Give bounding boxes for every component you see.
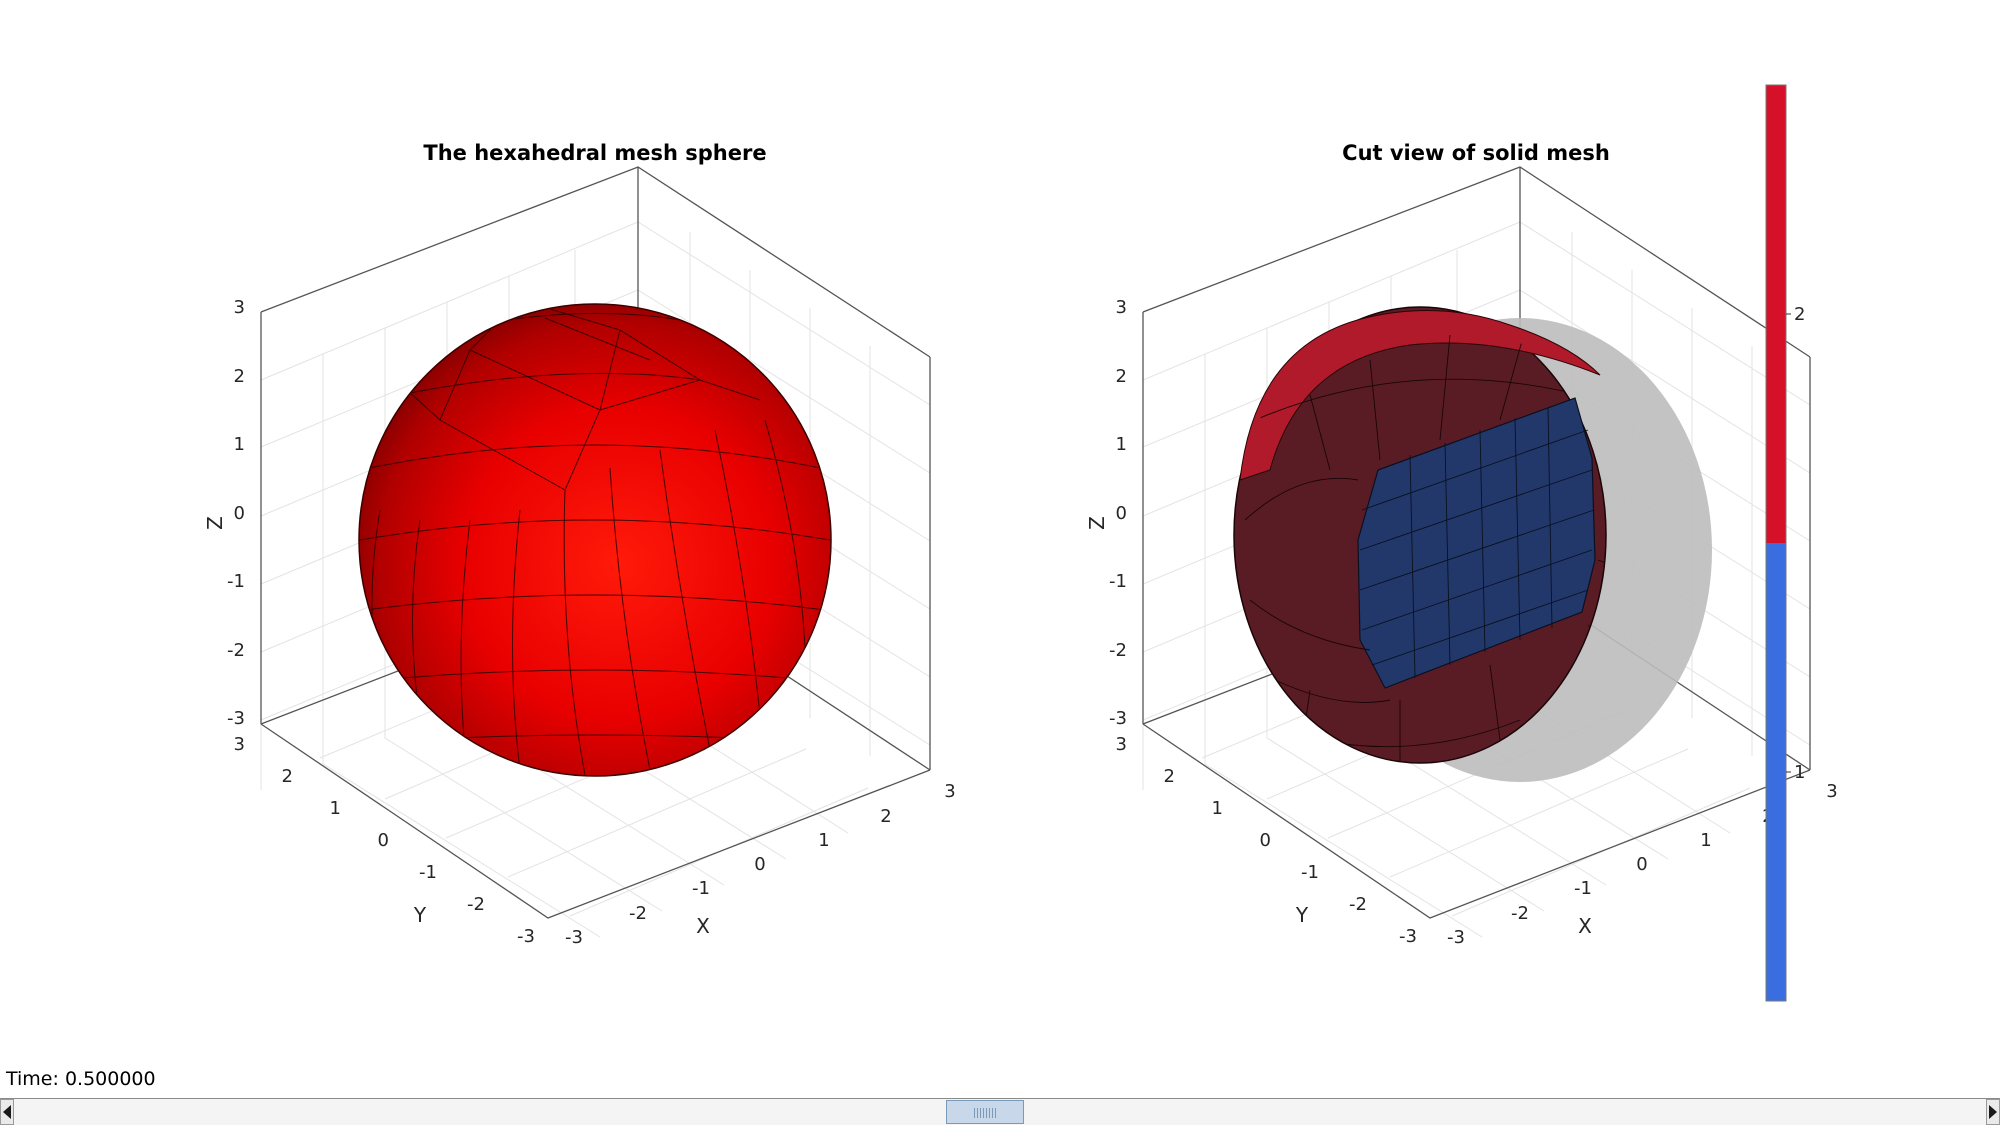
left-axes[interactable]: The hexahedral mesh sphere 3 2 1 0 -1 -2… (203, 141, 956, 948)
svg-text:-1: -1 (1574, 878, 1592, 899)
svg-text:3: 3 (1116, 297, 1127, 318)
svg-text:0: 0 (1116, 503, 1127, 524)
svg-text:3: 3 (234, 734, 245, 755)
svg-text:-1: -1 (692, 878, 710, 899)
svg-text:1: 1 (330, 798, 341, 819)
time-status-text: Time: 0.500000 (6, 1068, 156, 1090)
svg-text:3: 3 (1826, 781, 1837, 802)
colorbar[interactable]: 2 1 (1765, 84, 1805, 1002)
svg-text:0: 0 (754, 854, 765, 875)
svg-text:2: 2 (880, 806, 891, 827)
left-plot-title: The hexahedral mesh sphere (423, 141, 766, 165)
svg-text:-1: -1 (1109, 571, 1127, 592)
scroll-left-button[interactable] (0, 1099, 14, 1125)
svg-text:1: 1 (1212, 798, 1223, 819)
scroll-right-button[interactable] (1986, 1099, 2000, 1125)
svg-text:-2: -2 (629, 903, 647, 924)
left-z-label: Z (203, 516, 227, 530)
left-z-ticks: 3 2 1 0 -1 -2 -3 (227, 297, 245, 729)
time-scrollbar[interactable] (0, 1098, 2000, 1125)
svg-text:0: 0 (1260, 830, 1271, 851)
svg-text:-1: -1 (419, 862, 437, 883)
svg-text:-2: -2 (227, 640, 245, 661)
colorbar-segment-1 (1766, 543, 1786, 1001)
svg-text:-3: -3 (227, 708, 245, 729)
left-x-label: X (696, 914, 710, 938)
left-x-ticks: -3 -2 -1 0 1 2 3 (565, 781, 956, 948)
right-z-label: Z (1085, 516, 1109, 530)
colorbar-tick-1: 1 (1794, 762, 1805, 783)
svg-text:2: 2 (282, 766, 293, 787)
grip-icon (974, 1108, 996, 1118)
svg-text:-2: -2 (1109, 640, 1127, 661)
svg-text:0: 0 (1636, 854, 1647, 875)
svg-text:-3: -3 (1109, 708, 1127, 729)
svg-text:1: 1 (1700, 830, 1711, 851)
svg-text:3: 3 (234, 297, 245, 318)
svg-text:1: 1 (1116, 434, 1127, 455)
svg-text:0: 0 (234, 503, 245, 524)
svg-text:-2: -2 (1511, 903, 1529, 924)
svg-text:-1: -1 (1301, 862, 1319, 883)
left-y-label: Y (413, 903, 427, 927)
colorbar-segment-2 (1766, 85, 1786, 543)
svg-text:-3: -3 (565, 927, 583, 948)
svg-text:-3: -3 (517, 926, 535, 947)
scroll-thumb[interactable] (946, 1100, 1024, 1124)
svg-text:2: 2 (234, 366, 245, 387)
svg-text:-2: -2 (1349, 894, 1367, 915)
left-sphere-mesh[interactable] (358, 290, 832, 777)
svg-text:3: 3 (1116, 734, 1127, 755)
right-y-label: Y (1295, 903, 1309, 927)
right-y-ticks: 3 2 1 0 -1 -2 -3 (1116, 734, 1417, 947)
right-plot-title: Cut view of solid mesh (1342, 141, 1610, 165)
svg-text:1: 1 (818, 830, 829, 851)
svg-text:-1: -1 (227, 571, 245, 592)
svg-text:-2: -2 (467, 894, 485, 915)
arrow-right-icon (1989, 1105, 1997, 1119)
right-x-label: X (1578, 914, 1592, 938)
figure-canvas: The hexahedral mesh sphere 3 2 1 0 -1 -2… (203, 84, 1838, 1002)
left-y-ticks: 3 2 1 0 -1 -2 -3 (234, 734, 535, 947)
svg-text:0: 0 (378, 830, 389, 851)
svg-text:2: 2 (1164, 766, 1175, 787)
right-axes[interactable]: Cut view of solid mesh 3 2 1 0 -1 -2 -3 … (1085, 141, 1838, 948)
svg-text:-3: -3 (1447, 927, 1465, 948)
svg-text:-3: -3 (1399, 926, 1417, 947)
svg-text:3: 3 (944, 781, 955, 802)
right-z-ticks: 3 2 1 0 -1 -2 -3 (1109, 297, 1127, 729)
colorbar-tick-2: 2 (1794, 304, 1805, 325)
svg-text:1: 1 (234, 434, 245, 455)
arrow-left-icon (3, 1105, 11, 1119)
svg-text:2: 2 (1116, 366, 1127, 387)
